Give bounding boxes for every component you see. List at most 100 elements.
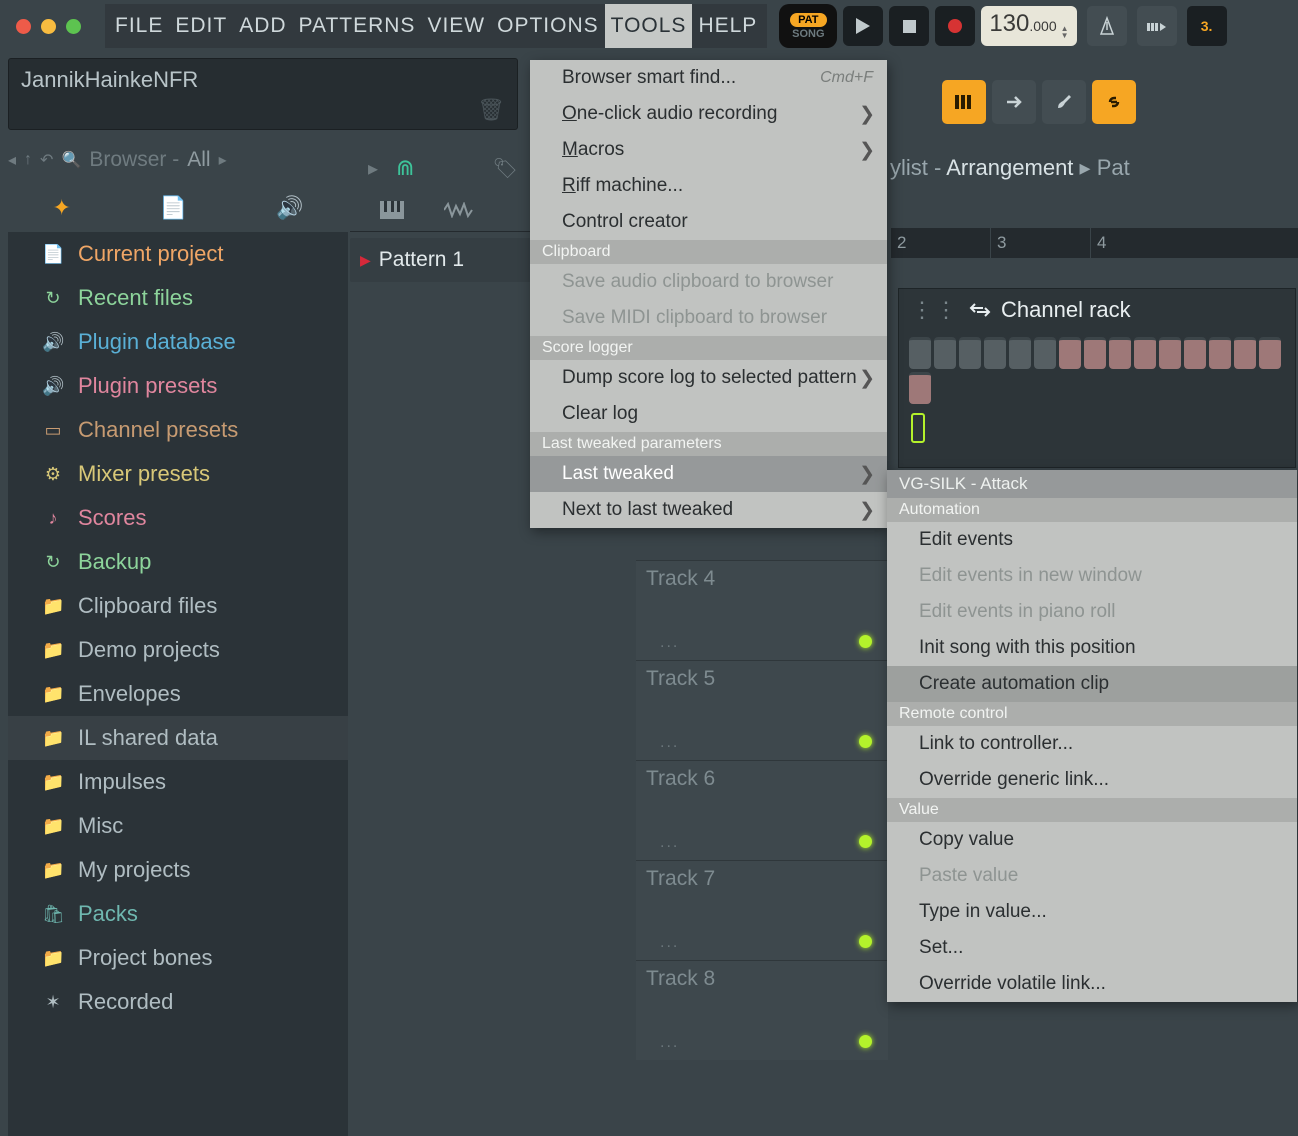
- browser-item[interactable]: ▭Channel presets: [8, 408, 348, 452]
- menu-item[interactable]: Type in value...: [887, 894, 1297, 930]
- browser-item[interactable]: 📁IL shared data: [8, 716, 348, 760]
- track-row[interactable]: Track 4...: [636, 560, 888, 660]
- track-row[interactable]: Track 7...: [636, 860, 888, 960]
- stop-button[interactable]: [889, 6, 929, 46]
- menu-item[interactable]: Copy value: [887, 822, 1297, 858]
- browser-item[interactable]: ↻Recent files: [8, 276, 348, 320]
- browser-item[interactable]: 🔊Plugin presets: [8, 364, 348, 408]
- metronome-icon[interactable]: [1087, 6, 1127, 46]
- menu-item[interactable]: Link to controller...: [887, 726, 1297, 762]
- browser-item[interactable]: 🛍Packs: [8, 892, 348, 936]
- step-button[interactable]: [934, 337, 956, 369]
- menu-item[interactable]: Set...: [887, 930, 1297, 966]
- swap-icon[interactable]: [969, 300, 991, 320]
- speaker-icon[interactable]: 🔊: [276, 195, 303, 221]
- favorite-icon[interactable]: ✦: [52, 195, 70, 221]
- menu-item[interactable]: Override generic link...: [887, 762, 1297, 798]
- step-button[interactable]: [1084, 337, 1106, 369]
- menu-edit[interactable]: EDIT: [169, 4, 233, 48]
- menu-item[interactable]: Last tweaked❯: [530, 456, 887, 492]
- playlist-view-icon[interactable]: [942, 80, 986, 124]
- timeline-ruler[interactable]: 234: [890, 228, 1298, 258]
- browser-item[interactable]: 📁Envelopes: [8, 672, 348, 716]
- copy-icon[interactable]: 📄: [160, 195, 187, 221]
- menu-item[interactable]: Control creator: [530, 204, 887, 240]
- browser-scope[interactable]: All: [187, 148, 210, 172]
- step-button[interactable]: [909, 337, 931, 369]
- menu-item[interactable]: Riff machine...: [530, 168, 887, 204]
- menu-patterns[interactable]: PATTERNS: [293, 4, 422, 48]
- trash-icon[interactable]: 🗑: [477, 97, 505, 123]
- channel-rack[interactable]: ⋮⋮ Channel rack: [898, 288, 1296, 468]
- step-button[interactable]: [909, 372, 931, 404]
- menu-file[interactable]: FILE: [109, 4, 169, 48]
- tag-icon[interactable]: 🏷: [492, 156, 517, 181]
- piano-icon[interactable]: [380, 201, 404, 219]
- menu-item[interactable]: Create automation clip: [887, 666, 1297, 702]
- step-button[interactable]: [984, 337, 1006, 369]
- menu-item[interactable]: Macros❯: [530, 132, 887, 168]
- menu-item[interactable]: Next to last tweaked❯: [530, 492, 887, 528]
- menu-item[interactable]: Edit events: [887, 522, 1297, 558]
- link-icon[interactable]: [1092, 80, 1136, 124]
- mute-led-icon[interactable]: [859, 735, 872, 748]
- browser-item[interactable]: 🔊Plugin database: [8, 320, 348, 364]
- countdown-icon[interactable]: [1137, 6, 1177, 46]
- up-icon[interactable]: ↑: [24, 151, 32, 169]
- menu-item[interactable]: Clear log: [530, 396, 887, 432]
- brush-icon[interactable]: [1042, 80, 1086, 124]
- menu-item[interactable]: Override volatile link...: [887, 966, 1297, 1002]
- browser-item[interactable]: ✶Recorded: [8, 980, 348, 1024]
- record-button[interactable]: [935, 6, 975, 46]
- menu-tools[interactable]: TOOLS: [605, 4, 693, 48]
- more-icon[interactable]: ...: [660, 634, 679, 652]
- arrow-right-icon[interactable]: [992, 80, 1036, 124]
- browser-item[interactable]: 📁Impulses: [8, 760, 348, 804]
- step-button[interactable]: [959, 337, 981, 369]
- menu-add[interactable]: ADD: [233, 4, 292, 48]
- track-row[interactable]: Track 5...: [636, 660, 888, 760]
- track-row[interactable]: Track 6...: [636, 760, 888, 860]
- step-button[interactable]: [1134, 337, 1156, 369]
- menu-help[interactable]: HELP: [692, 4, 763, 48]
- drag-handle-icon[interactable]: ⋮⋮: [911, 297, 959, 323]
- more-icon[interactable]: ...: [660, 734, 679, 752]
- wave-icon[interactable]: [444, 202, 474, 218]
- step-display[interactable]: 3.: [1187, 6, 1227, 46]
- mute-led-icon[interactable]: [859, 635, 872, 648]
- more-icon[interactable]: ...: [660, 834, 679, 852]
- step-button[interactable]: [1184, 337, 1206, 369]
- menu-item[interactable]: Browser smart find...Cmd+F: [530, 60, 887, 96]
- browser-item[interactable]: 📁Misc: [8, 804, 348, 848]
- browser-item[interactable]: ↻Backup: [8, 540, 348, 584]
- step-button[interactable]: [1009, 337, 1031, 369]
- browser-item[interactable]: 📁Demo projects: [8, 628, 348, 672]
- menu-item[interactable]: Init song with this position: [887, 630, 1297, 666]
- pattern-song-toggle[interactable]: PAT SONG: [779, 4, 837, 48]
- step-button[interactable]: [1059, 337, 1081, 369]
- browser-item[interactable]: ♪Scores: [8, 496, 348, 540]
- more-icon[interactable]: ...: [660, 934, 679, 952]
- minimize-icon[interactable]: [41, 19, 56, 34]
- browser-item[interactable]: 📁My projects: [8, 848, 348, 892]
- chevron-right-icon[interactable]: ▸: [219, 150, 227, 170]
- magnet-icon[interactable]: ⋒: [396, 155, 414, 181]
- track-row[interactable]: Track 8...: [636, 960, 888, 1060]
- browser-item[interactable]: 📁Project bones: [8, 936, 348, 980]
- mute-led-icon[interactable]: [859, 935, 872, 948]
- step-button[interactable]: [1234, 337, 1256, 369]
- mute-led-icon[interactable]: [859, 1035, 872, 1048]
- menu-options[interactable]: OPTIONS: [491, 4, 605, 48]
- browser-item[interactable]: ⚙Mixer presets: [8, 452, 348, 496]
- arrangement-label[interactable]: Arrangement: [946, 155, 1073, 180]
- play-button[interactable]: [843, 6, 883, 46]
- search-icon[interactable]: 🔍: [61, 150, 81, 170]
- browser-item[interactable]: 📄Current project: [8, 232, 348, 276]
- mute-led-icon[interactable]: [859, 835, 872, 848]
- close-icon[interactable]: [16, 19, 31, 34]
- undo-icon[interactable]: ↶: [40, 150, 53, 170]
- step-button[interactable]: [1209, 337, 1231, 369]
- menu-item[interactable]: Dump score log to selected pattern❯: [530, 360, 887, 396]
- menu-item[interactable]: One-click audio recording❯: [530, 96, 887, 132]
- chevron-left-icon[interactable]: ◂: [8, 150, 16, 170]
